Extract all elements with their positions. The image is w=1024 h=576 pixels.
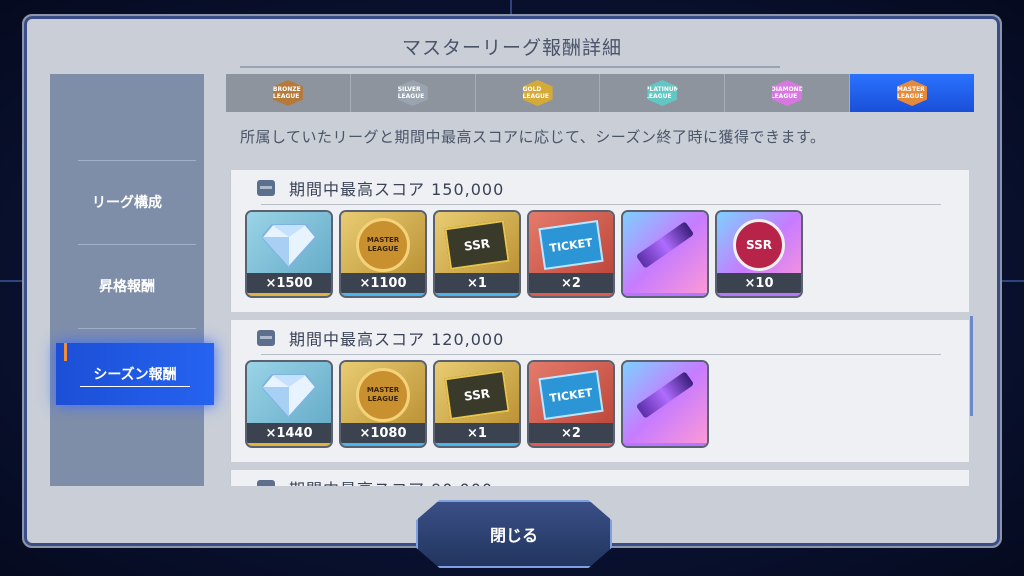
close-button[interactable]: 閉じる (416, 500, 612, 568)
sidebar-divider (78, 328, 196, 329)
item-quantity: ×2 (529, 273, 613, 296)
sidebar-divider (78, 160, 196, 161)
reward-tier-section: 期間中最高スコア 90,000 (230, 470, 969, 486)
reward-tier-section: 期間中最高スコア 150,000 ×1500 MASTER LEAGUE ×1100 S… (230, 170, 969, 312)
tier-title: 期間中最高スコア 150,000 (289, 180, 505, 199)
diamond-gem-icon (259, 370, 319, 420)
reward-item[interactable]: MASTER LEAGUE ×1080 (341, 362, 425, 446)
tier-header: 期間中最高スコア 120,000 (257, 326, 504, 350)
league-badge-icon: SILVER LEAGUE (397, 80, 428, 106)
frame-line (0, 280, 24, 282)
treasure-chest-icon (257, 480, 275, 486)
sidebar-divider (78, 244, 196, 245)
tier-divider (261, 204, 941, 205)
sidebar-item-season-rewards[interactable]: シーズン報酬 (56, 343, 214, 405)
tier-title: 期間中最高スコア 120,000 (289, 330, 505, 349)
reward-description: 所属していたリーグと期間中最高スコアに応じて、シーズン終了時に獲得できます。 (240, 128, 826, 146)
item-quantity: ×1 (435, 423, 519, 446)
tab-league-4[interactable]: DIAMOND LEAGUE (725, 74, 851, 112)
item-quantity: ×1100 (341, 273, 425, 296)
reward-item[interactable]: TICKET ×2 (529, 212, 613, 296)
reward-list[interactable]: 期間中最高スコア 150,000 ×1500 MASTER LEAGUE ×1100 S… (226, 164, 978, 486)
frame-line (1000, 280, 1024, 282)
ticket-icon: TICKET (538, 220, 604, 270)
master-league-medal-icon: MASTER LEAGUE (353, 368, 413, 422)
tab-league-1[interactable]: SILVER LEAGUE (351, 74, 476, 112)
sidebar: リーグ構成 昇格報酬 (50, 74, 204, 486)
rainbow-item-icon (635, 220, 695, 270)
ssr-badge-icon: SSR (729, 219, 789, 271)
league-badge-icon: DIAMOND LEAGUE (772, 80, 803, 106)
panel-title: マスターリーグ報酬詳細 (401, 37, 622, 59)
rainbow-item-icon (635, 370, 695, 420)
item-quantity (623, 273, 707, 296)
item-quantity: ×2 (529, 423, 613, 446)
league-badge-icon: MASTER LEAGUE (897, 80, 928, 106)
diamond-gem-icon (259, 220, 319, 270)
tier-title: 期間中最高スコア 90,000 (289, 476, 493, 486)
title-divider (240, 66, 780, 68)
tier-divider (261, 354, 941, 355)
reward-tier-section: 期間中最高スコア 120,000 ×1440 MASTER LEAGUE ×1080 S… (230, 320, 969, 462)
item-quantity: ×1440 (247, 423, 331, 446)
ticket-icon: TICKET (538, 370, 604, 420)
league-badge-icon: GOLD LEAGUE (522, 80, 553, 106)
reward-item[interactable]: TICKET ×2 (529, 362, 613, 446)
sidebar-item-promotion-rewards[interactable]: 昇格報酬 (50, 262, 204, 310)
item-quantity (623, 423, 707, 446)
treasure-chest-icon (257, 330, 275, 346)
treasure-chest-icon (257, 180, 275, 196)
league-badge-icon: PLATINUM LEAGUE (647, 80, 678, 106)
tier-header: 期間中最高スコア 150,000 (257, 176, 504, 200)
frame-line (510, 0, 512, 14)
tab-league-3[interactable]: PLATINUM LEAGUE (600, 74, 726, 112)
active-marker (64, 343, 67, 361)
reward-item[interactable]: ×1440 (247, 362, 331, 446)
reward-item[interactable]: ×1500 (247, 212, 331, 296)
tab-league-0[interactable]: BRONZE LEAGUE (226, 74, 351, 112)
sidebar-item-league-structure[interactable]: リーグ構成 (50, 178, 204, 226)
reward-item[interactable] (623, 212, 707, 296)
item-quantity: ×1500 (247, 273, 331, 296)
tab-league-5[interactable]: MASTER LEAGUE (850, 74, 974, 112)
item-quantity: ×10 (717, 273, 801, 296)
master-league-medal-icon: MASTER LEAGUE (353, 218, 413, 272)
item-quantity: ×1080 (341, 423, 425, 446)
league-badge-icon: BRONZE LEAGUE (272, 80, 303, 106)
reward-items: ×1500 MASTER LEAGUE ×1100 SSR ×1 TICKET ×2 SSR ×… (247, 212, 801, 296)
reward-item[interactable]: SSR ×10 (717, 212, 801, 296)
ssr-ticket-icon: SSR (444, 370, 510, 420)
active-underline (80, 386, 190, 387)
tab-league-2[interactable]: GOLD LEAGUE (476, 74, 601, 112)
reward-item[interactable]: MASTER LEAGUE ×1100 (341, 212, 425, 296)
reward-item[interactable] (623, 362, 707, 446)
scrollbar[interactable] (970, 316, 973, 416)
item-quantity: ×1 (435, 273, 519, 296)
sidebar-item-label: シーズン報酬 (93, 367, 177, 383)
reward-items: ×1440 MASTER LEAGUE ×1080 SSR ×1 TICKET ×2 (247, 362, 707, 446)
ssr-ticket-icon: SSR (444, 220, 510, 270)
reward-item[interactable]: SSR ×1 (435, 212, 519, 296)
league-tabs: BRONZE LEAGUE SILVER LEAGUE GOLD LEAGUE PLA… (226, 74, 974, 112)
reward-item[interactable]: SSR ×1 (435, 362, 519, 446)
tier-header: 期間中最高スコア 90,000 (257, 476, 493, 486)
